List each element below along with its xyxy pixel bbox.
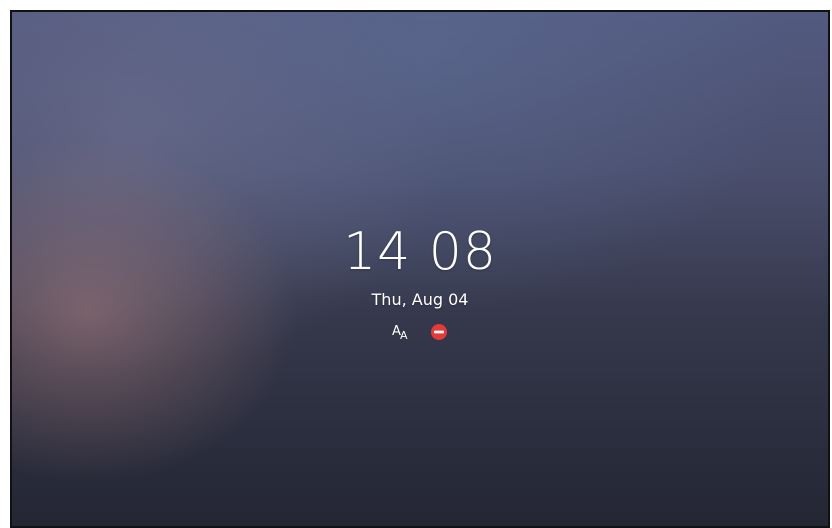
svg-text:A: A [400,329,408,342]
status-icons: A A [392,322,448,342]
lock-screen: 14 08 Thu, Aug 04 A A [10,10,830,528]
clock-time: 14 08 [343,222,497,282]
do-not-disturb-icon[interactable] [430,323,448,341]
clock-date: Thu, Aug 04 [371,290,469,309]
lock-screen-content: 14 08 Thu, Aug 04 A A [12,222,828,342]
font-size-icon[interactable]: A A [392,322,414,342]
